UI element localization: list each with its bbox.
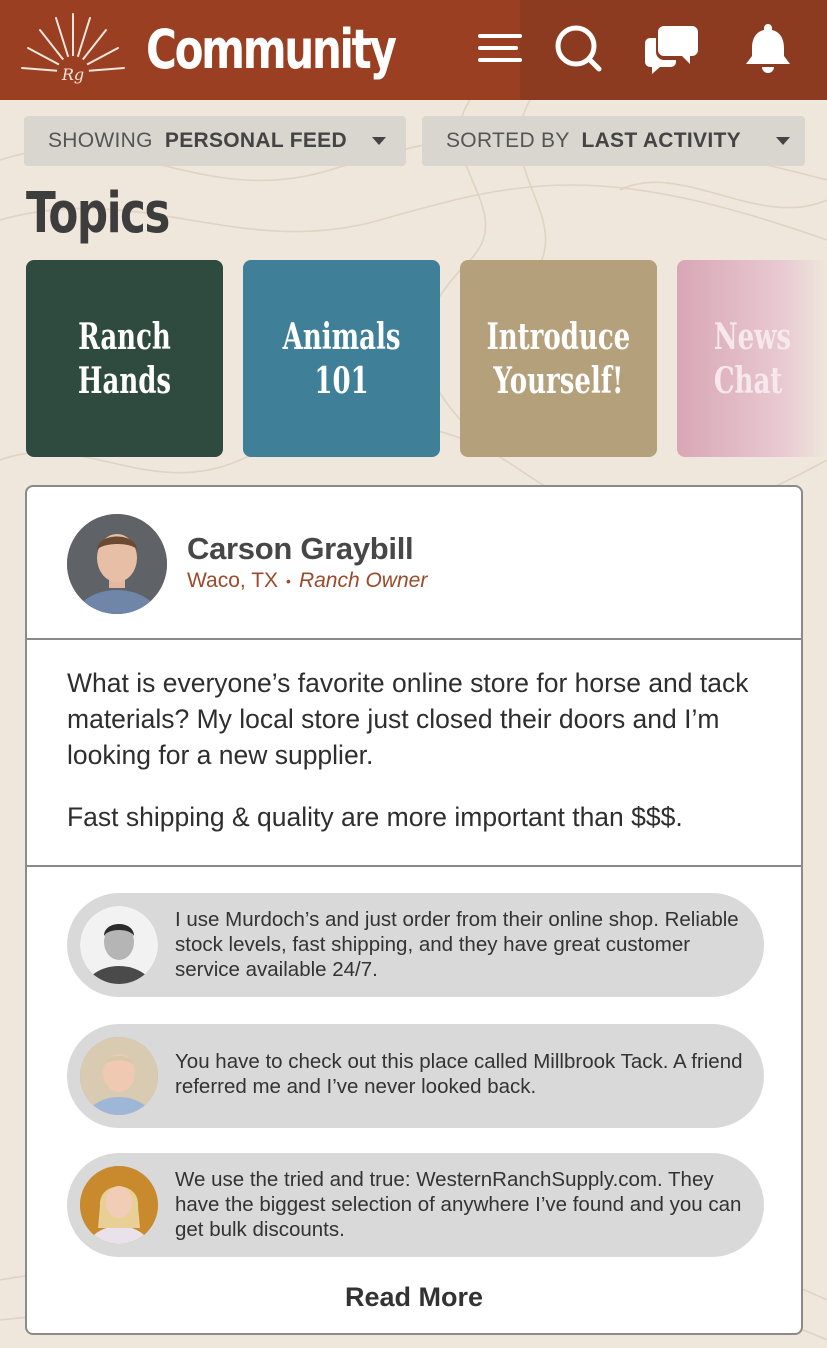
post-paragraph: What is everyone’s favorite online store… (67, 668, 749, 770)
topic-tile-news-chat[interactable]: News Chat (677, 260, 827, 457)
author-name[interactable]: Carson Graybill (187, 531, 414, 567)
comment-text: I use Murdoch’s and just order from thei… (175, 908, 739, 981)
feed-filter-value: PERSONAL FEED (164, 129, 347, 152)
sort-filter-value: LAST ACTIVITY (581, 129, 741, 152)
comment-bubble[interactable]: We use the tried and true: WesternRanchS… (67, 1153, 764, 1257)
menu-button[interactable] (470, 18, 530, 78)
chat-bubbles-icon (645, 26, 698, 74)
messages-button[interactable] (642, 18, 702, 78)
topic-tile-line2: Chat (713, 359, 783, 402)
bell-icon (746, 24, 790, 73)
topic-tile-line2: Yourself! (493, 359, 624, 402)
author-meta: Waco, TX • Ranch Owner (187, 569, 427, 593)
notifications-button[interactable] (738, 18, 798, 78)
topics-heading: Topics (26, 181, 170, 246)
menu-icon (478, 34, 522, 62)
post-paragraph: Fast shipping & quality are more importa… (67, 802, 683, 832)
meta-separator: • (286, 573, 291, 590)
search-icon (555, 25, 602, 72)
chevron-down-icon (776, 137, 790, 145)
topic-tile-line1: Animals (282, 315, 401, 358)
topic-tile-ranch-hands[interactable]: Ranch Hands (26, 260, 223, 457)
author-avatar[interactable] (67, 514, 167, 614)
comment-bubble[interactable]: I use Murdoch’s and just order from thei… (67, 893, 764, 997)
svg-text:Rg: Rg (61, 65, 84, 84)
app-header: Rg Community (0, 0, 827, 100)
divider (27, 638, 801, 640)
commenter-avatar[interactable] (80, 1037, 158, 1115)
commenter-avatar[interactable] (80, 906, 158, 984)
comment-text: We use the tried and true: WesternRanchS… (175, 1168, 742, 1241)
topic-tile-line1: News (713, 315, 792, 358)
read-more-link[interactable]: Read More (27, 1282, 801, 1313)
sort-filter-dropdown[interactable]: SORTED BY LAST ACTIVITY (422, 116, 805, 166)
sort-filter-prefix: SORTED BY (446, 129, 570, 152)
topic-tile-line1: Introduce (486, 315, 631, 358)
chevron-down-icon (372, 137, 386, 145)
topic-tile-introduce-yourself[interactable]: Introduce Yourself! (460, 260, 657, 457)
comment-text: You have to check out this place called … (175, 1050, 743, 1098)
topic-tile-line1: Ranch (78, 315, 171, 358)
author-role: Ranch Owner (298, 569, 428, 592)
divider (27, 865, 801, 867)
topic-tile-line2: Hands (77, 359, 172, 402)
post-body: What is everyone’s favorite online store… (67, 665, 777, 835)
author-location: Waco, TX (187, 569, 279, 592)
topic-tile-line2: 101 (314, 359, 369, 402)
feed-filter-dropdown[interactable]: SHOWING PERSONAL FEED (24, 116, 406, 166)
topic-tile-animals-101[interactable]: Animals 101 (243, 260, 440, 457)
app-title: Community (146, 18, 397, 81)
search-button[interactable] (548, 18, 608, 78)
post-card: Carson Graybill Waco, TX • Ranch Owner Wha… (25, 485, 803, 1335)
commenter-avatar[interactable] (80, 1166, 158, 1244)
comment-bubble[interactable]: You have to check out this place called … (67, 1024, 764, 1128)
sunburst-logo-icon[interactable]: Rg (18, 10, 128, 88)
feed-filter-prefix: SHOWING (48, 129, 153, 152)
